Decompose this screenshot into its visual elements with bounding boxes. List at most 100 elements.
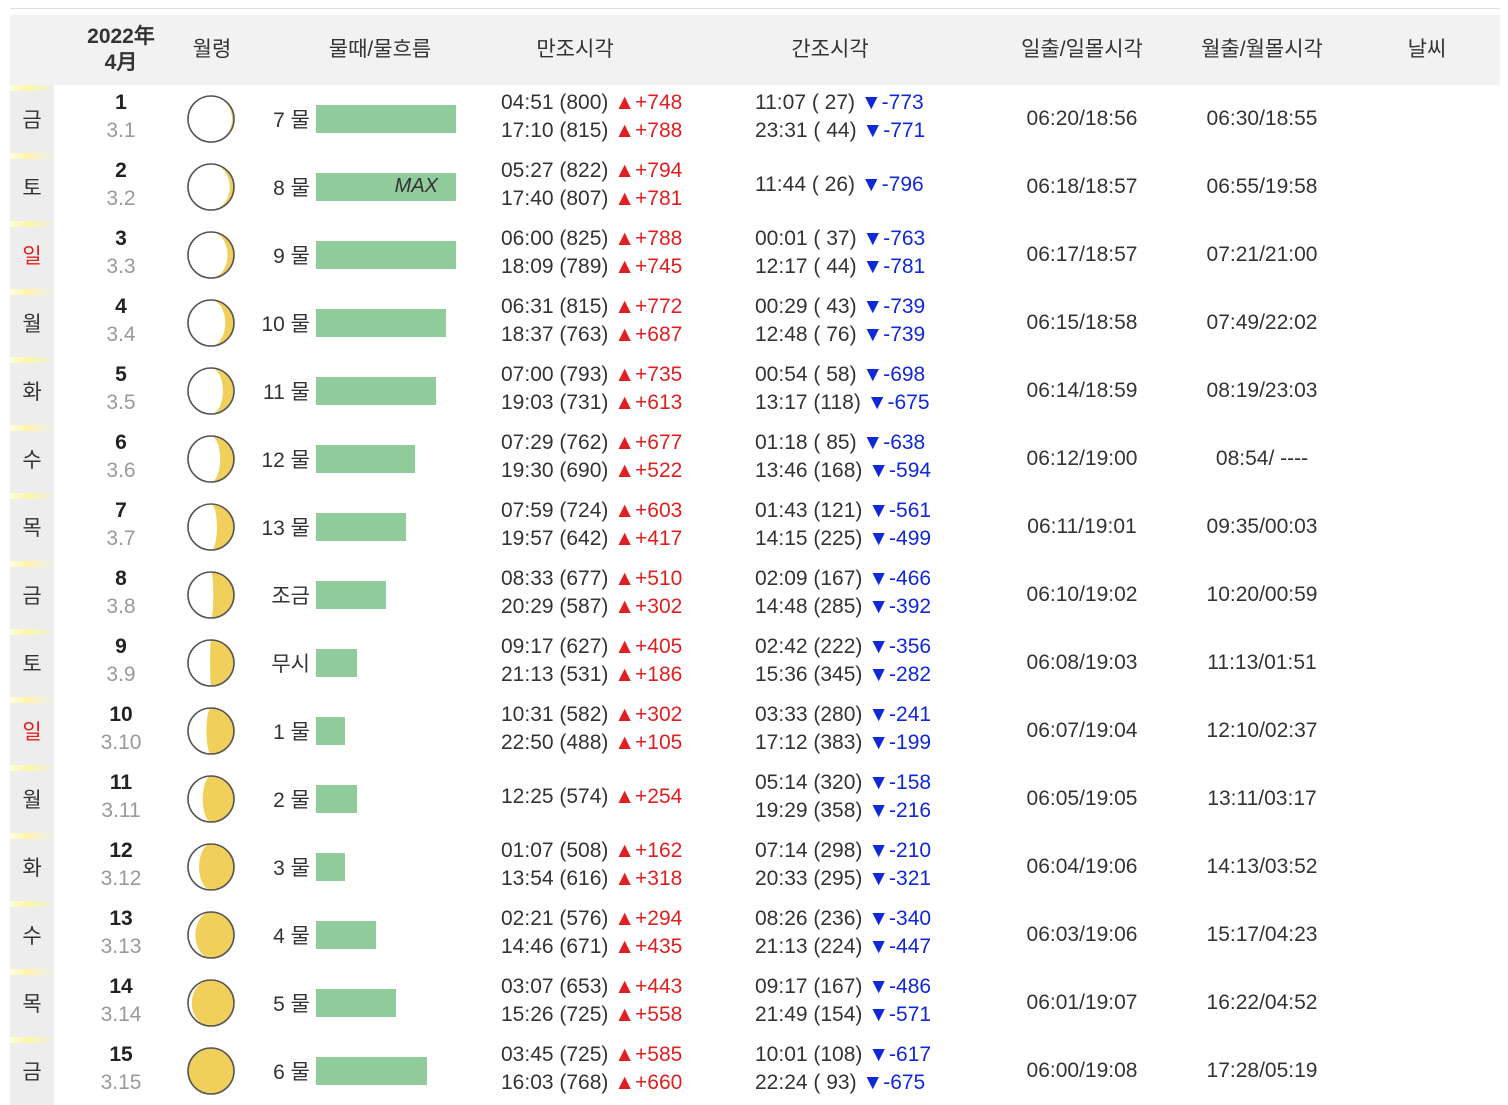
high-tide-times: 09:17 (627) ▲+405 21:13 (531) ▲+186 bbox=[501, 629, 741, 697]
fall-arrow-icon: ▼ bbox=[856, 255, 884, 278]
high-tide-time: 18:09 (789) bbox=[501, 255, 609, 278]
low-tide-time: 12:17 ( 44) bbox=[755, 255, 857, 278]
high-tide-time: 13:54 (616) bbox=[501, 867, 609, 890]
fall-arrow-icon: ▼ bbox=[862, 867, 890, 890]
solar-date: 2 bbox=[115, 159, 127, 182]
fall-arrow-icon: ▼ bbox=[862, 635, 890, 658]
low-tide-entry: 09:17 (167) ▼-486 bbox=[755, 975, 931, 999]
solar-date: 15 bbox=[109, 1043, 133, 1066]
low-tide-time: 01:43 (121) bbox=[755, 499, 863, 522]
high-tide-diff: +613 bbox=[635, 391, 683, 414]
low-tide-time: 14:15 (225) bbox=[755, 527, 863, 550]
low-tide-times: 07:14 (298) ▼-210 20:33 (295) ▼-321 bbox=[755, 833, 995, 901]
fall-arrow-icon: ▼ bbox=[860, 391, 888, 414]
rise-arrow-icon: ▲ bbox=[608, 839, 636, 862]
table-row: 수 6 3.6 12 물 07:29 (762) ▲+677 19:30 (690) ▲+… bbox=[0, 425, 1508, 493]
rise-arrow-icon: ▲ bbox=[608, 1071, 636, 1094]
tide-flow-bar bbox=[316, 853, 345, 881]
moon-phase-icon bbox=[187, 503, 235, 551]
sunrise-sunset-time: 06:10/19:02 bbox=[1026, 583, 1138, 606]
date-cell: 3 3.3 bbox=[80, 221, 162, 289]
low-tide-entry: 20:33 (295) ▼-321 bbox=[755, 867, 931, 891]
fall-arrow-icon: ▼ bbox=[855, 91, 882, 114]
moon-lit-portion bbox=[210, 640, 234, 686]
fall-arrow-icon: ▼ bbox=[862, 907, 890, 930]
weekday-label: 월 bbox=[10, 289, 54, 357]
low-tide-diff: -594 bbox=[889, 459, 932, 482]
sunrise-sunset-time: 06:04/19:06 bbox=[1026, 855, 1138, 878]
low-tide-time: 08:26 (236) bbox=[755, 907, 863, 930]
low-tide-times: 08:26 (236) ▼-340 21:13 (224) ▼-447 bbox=[755, 901, 995, 969]
table-row: 화 5 3.5 11 물 07:00 (793) ▲+735 19:03 (731) ▲+… bbox=[0, 357, 1508, 425]
table-row: 월 11 3.11 2 물 12:25 (574) ▲+254 05:14 (320) ▼… bbox=[0, 765, 1508, 833]
fall-arrow-icon: ▼ bbox=[856, 1071, 884, 1094]
fall-arrow-icon: ▼ bbox=[856, 119, 884, 142]
low-tide-times: 11:44 ( 26) ▼-796 bbox=[755, 153, 995, 221]
tide-name: 9 물 bbox=[273, 245, 310, 268]
low-tide-entry: 02:09 (167) ▼-466 bbox=[755, 567, 931, 591]
sunrise-sunset-time: 06:14/18:59 bbox=[1026, 379, 1138, 402]
high-tide-diff: +443 bbox=[635, 975, 683, 998]
low-tide-entry: 00:54 ( 58) ▼-698 bbox=[755, 363, 925, 387]
table-row: 토 9 3.9 무시 09:17 (627) ▲+405 21:13 (531) ▲+18… bbox=[0, 629, 1508, 697]
low-tide-times: 10:01 (108) ▼-617 22:24 ( 93) ▼-675 bbox=[755, 1037, 995, 1105]
high-tide-entry: 19:30 (690) ▲+522 bbox=[501, 459, 682, 483]
fall-arrow-icon: ▼ bbox=[862, 839, 890, 862]
lunar-date: 3.7 bbox=[106, 527, 136, 550]
moon-phase-icon bbox=[187, 163, 235, 211]
rise-arrow-icon: ▲ bbox=[608, 663, 636, 686]
low-tide-diff: -617 bbox=[889, 1043, 932, 1066]
tide-flow-bar bbox=[316, 1057, 427, 1085]
table-row: 금 15 3.15 6 물 03:45 (725) ▲+585 16:03 (768) ▲… bbox=[0, 1037, 1508, 1105]
rise-arrow-icon: ▲ bbox=[608, 867, 636, 890]
low-tide-time: 00:29 ( 43) bbox=[755, 295, 857, 318]
low-tide-diff: -763 bbox=[883, 227, 926, 250]
high-tide-time: 16:03 (768) bbox=[501, 1071, 609, 1094]
high-tide-diff: +585 bbox=[635, 1043, 683, 1066]
table-row: 일 3 3.3 9 물 06:00 (825) ▲+788 18:09 (789) ▲+7… bbox=[0, 221, 1508, 289]
weekday-label: 화 bbox=[10, 357, 54, 425]
high-tide-diff: +302 bbox=[635, 703, 683, 726]
low-tide-diff: -571 bbox=[889, 1003, 932, 1026]
sunrise-sunset-time: 06:05/19:05 bbox=[1026, 787, 1138, 810]
low-tide-time: 05:14 (320) bbox=[755, 771, 863, 794]
fall-arrow-icon: ▼ bbox=[862, 731, 890, 754]
table-row: 목 7 3.7 13 물 07:59 (724) ▲+603 19:57 (642) ▲+… bbox=[0, 493, 1508, 561]
max-flow-label: MAX bbox=[394, 175, 438, 197]
high-tide-entry: 12:25 (574) ▲+254 bbox=[501, 785, 682, 809]
solar-date: 5 bbox=[115, 363, 127, 386]
rise-arrow-icon: ▲ bbox=[608, 1043, 636, 1066]
low-tide-diff: -241 bbox=[889, 703, 932, 726]
low-tide-entry: 12:48 ( 76) ▼-739 bbox=[755, 323, 925, 347]
weekday-label: 토 bbox=[10, 629, 54, 697]
rise-arrow-icon: ▲ bbox=[608, 227, 636, 250]
high-tide-time: 07:59 (724) bbox=[501, 499, 609, 522]
low-tide-entry: 14:15 (225) ▼-499 bbox=[755, 527, 931, 551]
sunrise-sunset-time: 06:08/19:03 bbox=[1026, 651, 1138, 674]
lunar-date: 3.5 bbox=[106, 391, 136, 414]
moon-phase-icon bbox=[187, 1047, 235, 1095]
moonrise-moonset-time: 06:55/19:58 bbox=[1206, 175, 1318, 198]
low-tide-diff: -340 bbox=[889, 907, 932, 930]
low-tide-diff: -771 bbox=[883, 119, 926, 142]
tide-name: 7 물 bbox=[273, 109, 310, 132]
low-tide-time: 02:09 (167) bbox=[755, 567, 863, 590]
low-tide-time: 07:14 (298) bbox=[755, 839, 863, 862]
rise-arrow-icon: ▲ bbox=[608, 703, 636, 726]
moonrise-moonset-time: 14:13/03:52 bbox=[1206, 855, 1318, 878]
rise-arrow-icon: ▲ bbox=[608, 907, 636, 930]
fall-arrow-icon: ▼ bbox=[862, 1003, 890, 1026]
fall-arrow-icon: ▼ bbox=[862, 1043, 890, 1066]
moon-phase-icon bbox=[187, 231, 235, 279]
weekday-label: 토 bbox=[10, 153, 54, 221]
tide-flow-bar bbox=[316, 377, 436, 405]
low-tide-time: 13:46 (168) bbox=[755, 459, 863, 482]
solar-date: 8 bbox=[115, 567, 127, 590]
high-tide-time: 18:37 (763) bbox=[501, 323, 609, 346]
sunrise-sunset-time: 06:03/19:06 bbox=[1026, 923, 1138, 946]
rise-arrow-icon: ▲ bbox=[608, 785, 636, 808]
solar-date: 4 bbox=[115, 295, 127, 318]
high-tide-time: 02:21 (576) bbox=[501, 907, 609, 930]
high-tide-times: 07:29 (762) ▲+677 19:30 (690) ▲+522 bbox=[501, 425, 741, 493]
rise-arrow-icon: ▲ bbox=[608, 255, 636, 278]
